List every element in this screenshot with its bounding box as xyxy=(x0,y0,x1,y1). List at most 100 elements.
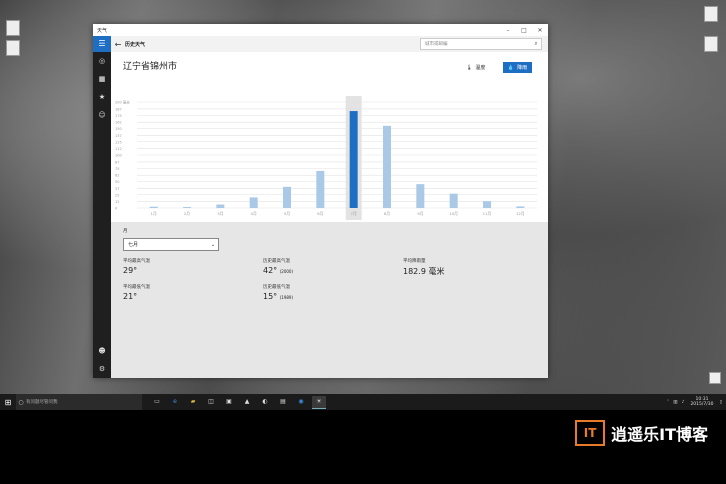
app-icon[interactable]: ◐ xyxy=(258,396,272,408)
store-icon[interactable]: ◫ xyxy=(204,396,218,408)
avg-high-label: 平均最高气温 xyxy=(123,259,150,264)
app-icon[interactable]: ▤ xyxy=(276,396,290,408)
y-tick-label: 137 xyxy=(115,134,122,138)
thermometer-icon: 🌡 xyxy=(466,64,473,71)
x-tick-label: 6月 xyxy=(317,211,323,216)
city-name: 辽宁省锦州市 xyxy=(123,62,178,72)
bar-5月[interactable] xyxy=(283,186,291,208)
smile-feedback-icon[interactable]: ☺ xyxy=(93,106,111,124)
bar-12月[interactable] xyxy=(516,206,525,208)
weather-app-taskbar-icon[interactable]: ☀ xyxy=(312,395,326,409)
month-dropdown[interactable]: 七月 ⌄ xyxy=(123,238,219,251)
photos-app-icon[interactable]: ▲ xyxy=(240,396,254,408)
y-tick-label: 187 xyxy=(115,107,122,111)
hamburger-menu-icon[interactable]: ☰ xyxy=(93,36,111,52)
bar-1月[interactable] xyxy=(149,206,158,208)
avg-rainfall-label: 平均降雨量 xyxy=(403,259,426,264)
minimize-button[interactable]: – xyxy=(500,27,516,34)
rainfall-bar-chart: 0 12 25 37 50 62 75 87 100 112 125 137 150 162 175 187 2… xyxy=(115,96,537,220)
record-low-value: 15° xyxy=(263,292,278,301)
x-tick-label: 12月 xyxy=(516,211,525,216)
y-tick-label: 50 xyxy=(115,180,119,184)
search-box[interactable]: 城市或邮编 ⌕ xyxy=(420,38,542,50)
main-content: ← 历史天气 城市或邮编 ⌕ 0 12 25 37 50 62 75 87 100 112 125 1… xyxy=(111,36,548,378)
bar-9月[interactable] xyxy=(416,184,425,208)
title-bar[interactable]: 天气 – □ ✕ xyxy=(93,24,548,36)
bar-3月[interactable] xyxy=(216,204,225,208)
x-tick-label: 2月 xyxy=(184,211,190,216)
temperature-toggle[interactable]: 🌡 温度 xyxy=(466,62,485,73)
bar-6月[interactable] xyxy=(316,170,325,208)
edge-browser-icon[interactable]: e xyxy=(168,396,182,408)
desktop-icon[interactable] xyxy=(2,40,24,58)
task-view-icon[interactable]: ▭ xyxy=(150,396,164,408)
bar-8月[interactable] xyxy=(383,125,391,208)
rainfall-toggle-label: 降雨 xyxy=(517,65,528,71)
avg-high-value: 29° xyxy=(123,266,138,275)
weather-app-window: 天气 – □ ✕ ☰ ◎ ▦ ★ ☺ ☻ ⚙ ← 历史天气 城市或邮编 ⌕ 0 1… xyxy=(93,24,548,378)
clock[interactable]: 10:31 2015/7/30 xyxy=(690,397,713,407)
bar-2月[interactable] xyxy=(183,207,191,208)
taskbar: ⊞ ○ 有问题尽管问我 ▭ e ▰ ◫ ▣ ▲ ◐ ▤ ◉ ☀ ˄ ▥ ♪ 10… xyxy=(0,394,726,410)
cortana-search-box[interactable]: ○ 有问题尽管问我 xyxy=(16,394,142,410)
avg-low-label: 平均最低气温 xyxy=(123,285,150,290)
app-icon[interactable]: ◉ xyxy=(294,396,308,408)
cortana-search-input[interactable]: 有问题尽管问我 xyxy=(26,399,58,405)
y-tick-label: 75 xyxy=(115,167,119,171)
close-button[interactable]: ✕ xyxy=(532,27,548,34)
tray-chevron-icon[interactable]: ˄ xyxy=(667,400,669,405)
cortana-circle-icon: ○ xyxy=(18,398,24,406)
bar-10月[interactable] xyxy=(449,193,458,208)
desktop-icon[interactable] xyxy=(700,36,722,54)
x-tick-label: 11月 xyxy=(483,211,492,216)
month-dropdown-value: 七月 xyxy=(128,242,139,248)
y-tick-label: 37 xyxy=(115,187,119,191)
bar-11月[interactable] xyxy=(483,201,491,208)
brand-logo-icon: IT xyxy=(575,420,606,446)
bar-4月[interactable] xyxy=(249,197,258,208)
y-tick-label: 100 xyxy=(115,154,122,158)
notification-icon[interactable]: ▯ xyxy=(720,400,722,405)
nav-rail: ☰ ◎ ▦ ★ ☺ ☻ ⚙ xyxy=(93,36,111,378)
x-tick-label: 10月 xyxy=(449,211,458,216)
y-tick-label: 200 毫米 xyxy=(115,100,130,105)
volume-icon[interactable]: ♪ xyxy=(682,400,685,405)
desktop-icon[interactable] xyxy=(2,20,24,38)
back-arrow-icon[interactable]: ← xyxy=(111,40,125,49)
desktop-icon[interactable] xyxy=(700,6,722,24)
app-icon[interactable]: ▣ xyxy=(222,396,236,408)
temperature-toggle-label: 温度 xyxy=(475,65,486,71)
clock-date: 2015/7/30 xyxy=(690,402,714,407)
windows-start-icon[interactable]: ⊞ xyxy=(0,398,16,407)
x-tick-label: 5月 xyxy=(284,211,290,216)
avg-rainfall-value: 182.9 毫米 xyxy=(403,267,445,276)
network-icon[interactable]: ▥ xyxy=(673,400,677,405)
bar-7月[interactable] xyxy=(349,111,358,208)
y-tick-label: 87 xyxy=(115,160,119,164)
settings-gear-icon[interactable]: ⚙ xyxy=(93,360,111,378)
forecast-nav-icon[interactable]: ◎ xyxy=(93,52,111,70)
history-nav-icon[interactable]: ▦ xyxy=(93,70,111,88)
search-icon[interactable]: ⌕ xyxy=(531,40,541,48)
month-label: 月 xyxy=(123,229,128,234)
page-title: 历史天气 xyxy=(125,41,146,48)
history-chart-area: 0 12 25 37 50 62 75 87 100 112 125 137 150 162 175 187 2… xyxy=(111,52,548,222)
x-tick-label: 7月 xyxy=(351,211,357,216)
record-high-label: 历史最高气温 xyxy=(263,259,290,264)
maximize-button[interactable]: □ xyxy=(516,27,532,34)
brand-name: 逍遥乐IT博客 xyxy=(611,425,708,444)
places-nav-icon[interactable]: ★ xyxy=(93,88,111,106)
account-icon[interactable]: ☻ xyxy=(93,342,111,360)
y-tick-label: 125 xyxy=(115,140,122,144)
header-bar: ← 历史天气 城市或邮编 ⌕ xyxy=(111,36,548,52)
recycle-bin-icon[interactable] xyxy=(704,372,726,386)
brand-watermark: IT 逍遥乐IT博客 xyxy=(575,420,708,446)
y-tick-label: 25 xyxy=(115,193,119,197)
file-explorer-icon[interactable]: ▰ xyxy=(186,396,200,408)
rainfall-toggle[interactable]: 💧 降雨 xyxy=(503,62,532,73)
search-input[interactable]: 城市或邮编 xyxy=(421,41,531,47)
raindrop-icon: 💧 xyxy=(507,64,515,71)
chevron-down-icon: ⌄ xyxy=(210,241,216,248)
y-tick-label: 162 xyxy=(115,121,122,125)
y-tick-label: 12 xyxy=(115,200,119,204)
